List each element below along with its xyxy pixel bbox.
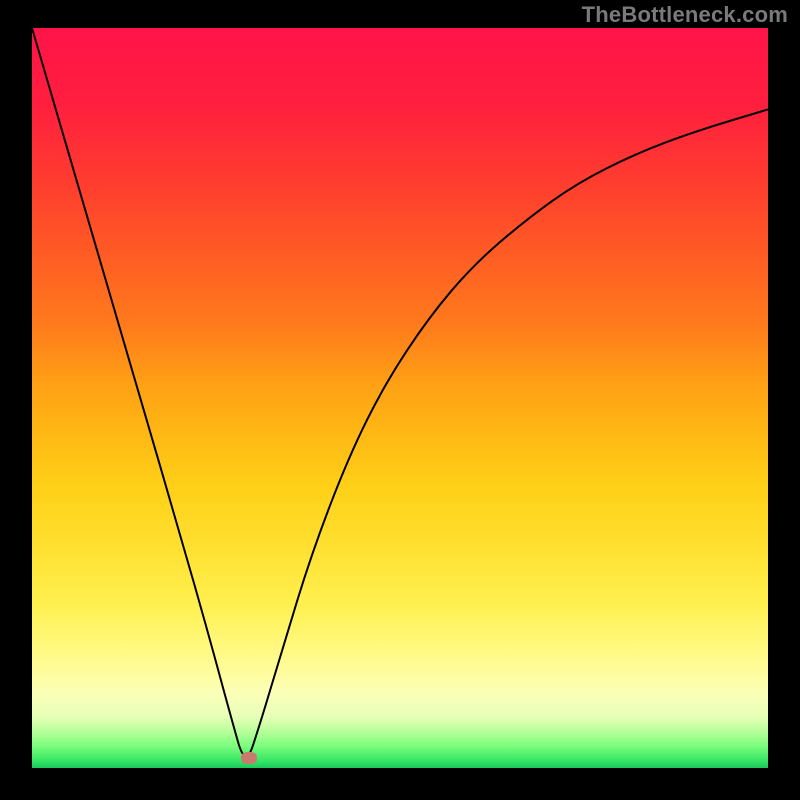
plot-area	[32, 28, 768, 768]
bottleneck-curve	[32, 28, 768, 756]
chart-frame: TheBottleneck.com	[0, 0, 800, 800]
watermark-text: TheBottleneck.com	[582, 2, 788, 28]
minimum-marker	[241, 752, 257, 764]
curve-svg	[32, 28, 768, 768]
